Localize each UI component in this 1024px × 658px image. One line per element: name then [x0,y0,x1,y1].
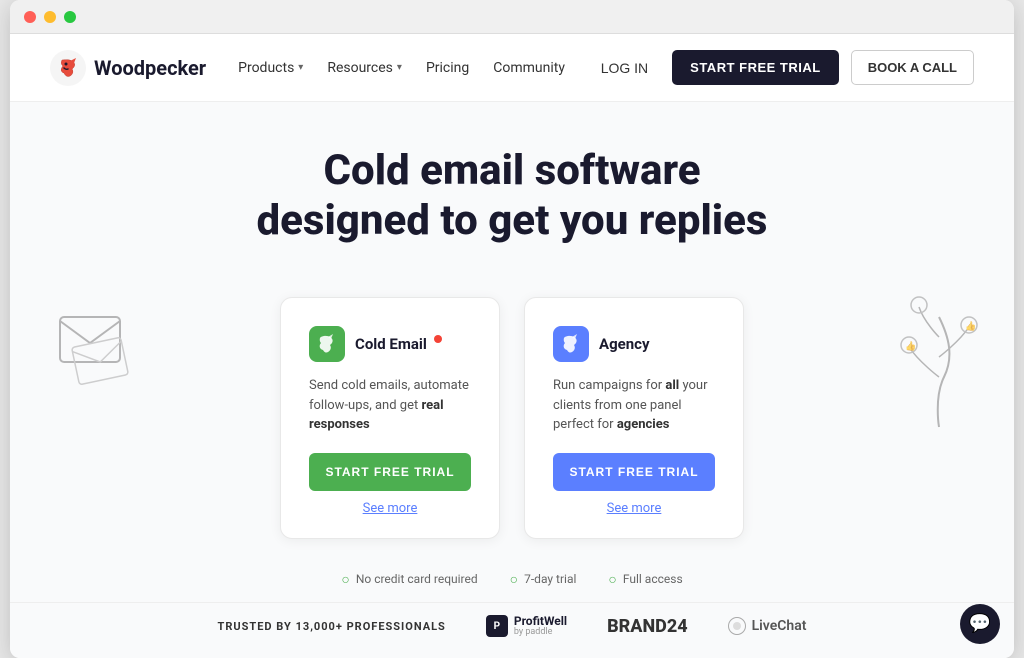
nav-item-pricing[interactable]: Pricing [426,60,469,76]
trusted-label: TRUSTED BY 13,000+ PROFESSIONALS [218,620,446,633]
livechat-icon [728,617,746,635]
nav-item-community[interactable]: Community [493,60,565,76]
new-badge [434,335,442,343]
cold-email-start-trial-button[interactable]: START FREE TRIAL [309,453,471,491]
envelope-illustration [40,287,160,407]
browser-window: Woodpecker Products ▾ Resources ▾ Pricin… [10,0,1014,658]
nav-item-resources[interactable]: Resources ▾ [327,60,402,76]
card-title-cold-email: Cold Email [355,335,442,353]
trust-badge-7day: ○ 7-day trial [510,571,577,588]
card-description-agency: Run campaigns for all your clients from … [553,376,715,435]
agency-start-trial-button[interactable]: START FREE TRIAL [553,453,715,491]
logo-text: Woodpecker [94,56,206,80]
trust-badge-full-access: ○ Full access [608,571,682,588]
profitwell-logo: P ProfitWell by paddle [486,615,567,638]
livechat-logo: LiveChat [728,617,807,635]
check-icon: ○ [341,571,349,588]
trust-bar: ○ No credit card required ○ 7-day trial … [10,553,1014,602]
agency-see-more-link[interactable]: See more [553,501,715,516]
cold-email-see-more-link[interactable]: See more [309,501,471,516]
hero-title: Cold email software designed to get you … [162,146,862,245]
cold-email-icon [309,326,345,362]
profitwell-icon: P [486,615,508,637]
browser-chrome [10,0,1014,34]
logo-area[interactable]: Woodpecker [50,50,206,86]
chevron-down-icon: ▾ [298,62,303,73]
check-icon: ○ [608,571,616,588]
agency-card: Agency Run campaigns for all your client… [524,297,744,539]
brand24-logo: BRAND24 [607,616,687,637]
chevron-down-icon: ▾ [397,62,402,73]
check-icon: ○ [510,571,518,588]
card-description-cold-email: Send cold emails, automate follow-ups, a… [309,376,471,435]
start-trial-button[interactable]: START FREE TRIAL [672,50,839,85]
livechat-name: LiveChat [752,618,807,634]
svg-text:👍: 👍 [965,320,976,332]
maximize-button-icon[interactable] [64,11,76,23]
tree-illustration: 👍 👍 [874,277,1004,437]
trust-badge-no-cc: ○ No credit card required [341,571,477,588]
close-button-icon[interactable] [24,11,36,23]
login-button[interactable]: LOG IN [589,52,660,84]
hero-section: Cold email software designed to get you … [10,102,1014,297]
agency-icon [553,326,589,362]
nav-links: Products ▾ Resources ▾ Pricing Community [238,60,589,76]
bottom-bar: TRUSTED BY 13,000+ PROFESSIONALS P Profi… [10,602,1014,658]
svg-text:👍: 👍 [905,340,916,352]
minimize-button-icon[interactable] [44,11,56,23]
card-header: Cold Email [309,326,471,362]
card-header-agency: Agency [553,326,715,362]
profitwell-name: ProfitWell [514,615,567,628]
page-content: Woodpecker Products ▾ Resources ▾ Pricin… [10,34,1014,658]
chat-bubble-button[interactable]: 💬 [960,604,1000,644]
navbar: Woodpecker Products ▾ Resources ▾ Pricin… [10,34,1014,102]
profitwell-tagline: by paddle [514,628,567,638]
chat-icon: 💬 [969,613,991,634]
nav-actions: LOG IN START FREE TRIAL BOOK A CALL [589,50,974,85]
cold-email-card: Cold Email Send cold emails, automate fo… [280,297,500,539]
nav-item-products[interactable]: Products ▾ [238,60,303,76]
cards-section: 👍 👍 Cold Email [10,297,1014,539]
book-call-button[interactable]: BOOK A CALL [851,50,974,85]
card-title-agency: Agency [599,335,650,353]
logo-icon [50,50,86,86]
